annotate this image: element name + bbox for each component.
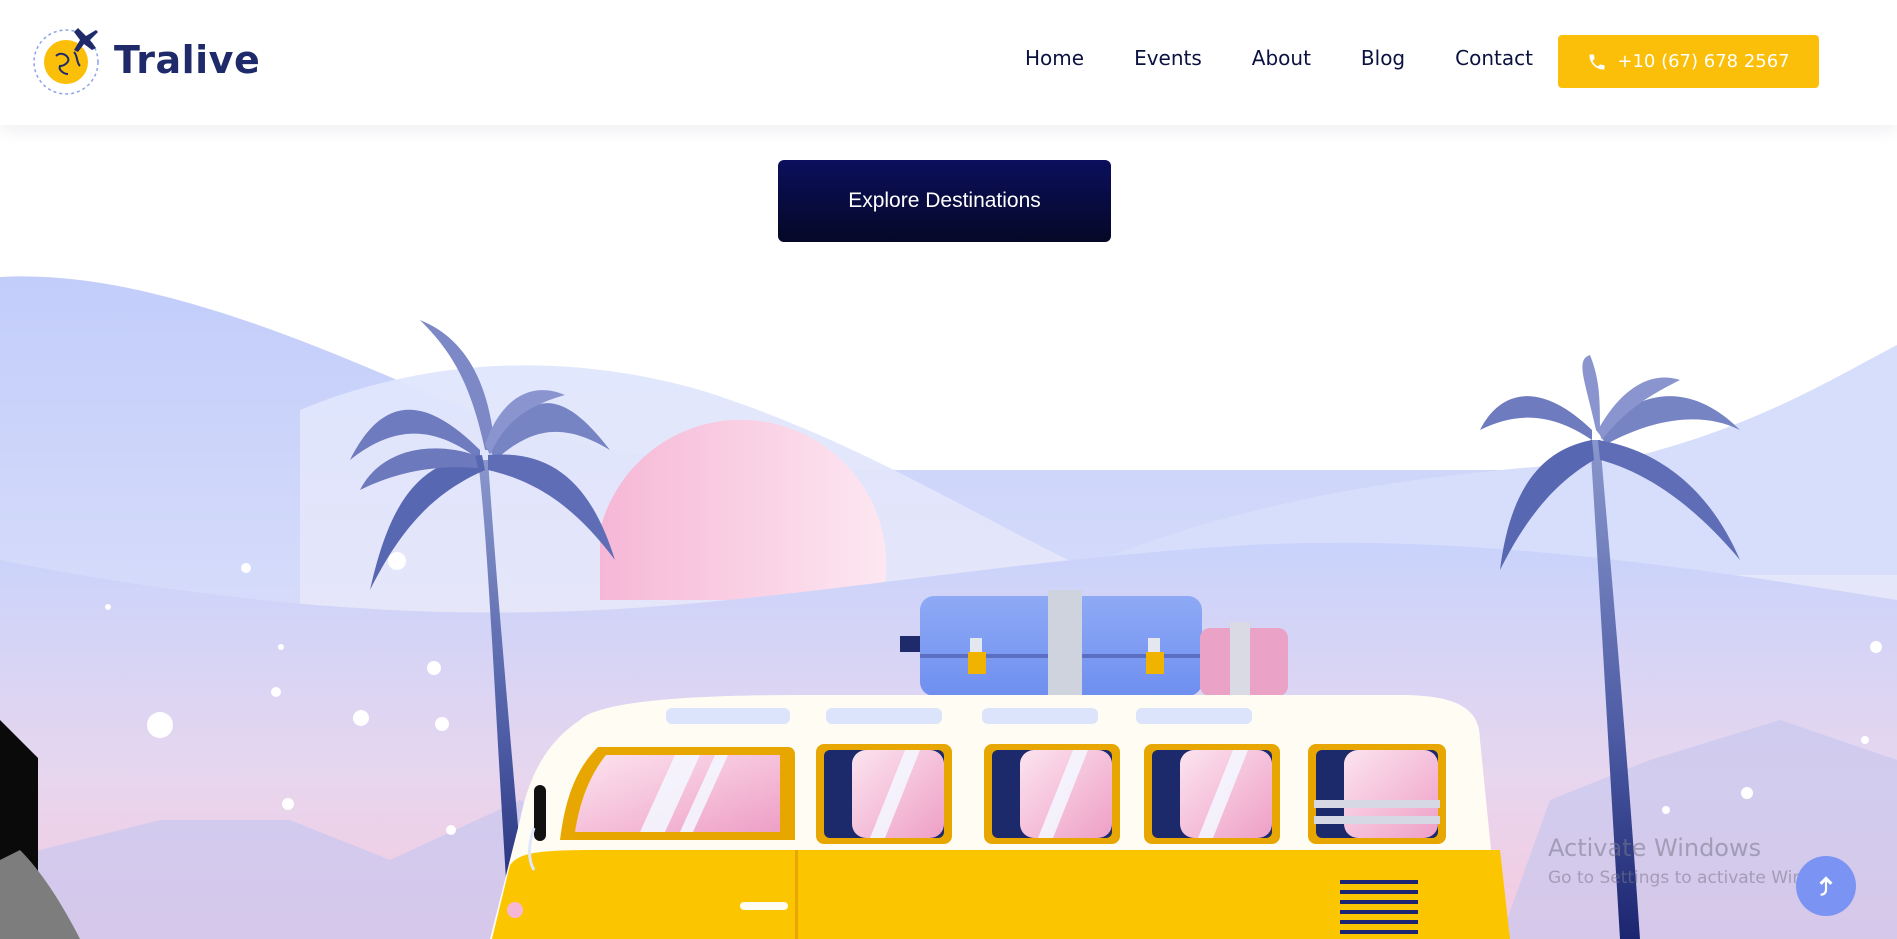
nav-home[interactable]: Home [1025,46,1084,70]
watermark-title: Activate Windows [1548,834,1762,862]
hero-illustration [0,276,1897,939]
phone-call-button[interactable]: +10 (67) 678 2567 [1558,35,1819,88]
phone-icon [1589,54,1605,69]
nav-events[interactable]: Events [1134,46,1202,70]
nav-contact[interactable]: Contact [1455,46,1533,70]
explore-destinations-button[interactable]: Explore Destinations [778,160,1111,242]
main-nav: Home Events About Blog Contact [1025,46,1583,70]
phone-number: +10 (67) 678 2567 [1617,51,1790,72]
site-header: Tralive Home Events About Blog Contact +… [0,0,1897,125]
brand-logo[interactable]: Tralive [30,22,260,98]
camper-van [490,695,1510,939]
nav-about[interactable]: About [1252,46,1311,70]
nav-blog[interactable]: Blog [1361,46,1405,70]
globe-with-airplane-icon [33,28,99,95]
scroll-to-top-button[interactable] [1796,856,1856,916]
arrow-up-icon [1819,876,1833,896]
brand-name: Tralive [114,38,261,82]
